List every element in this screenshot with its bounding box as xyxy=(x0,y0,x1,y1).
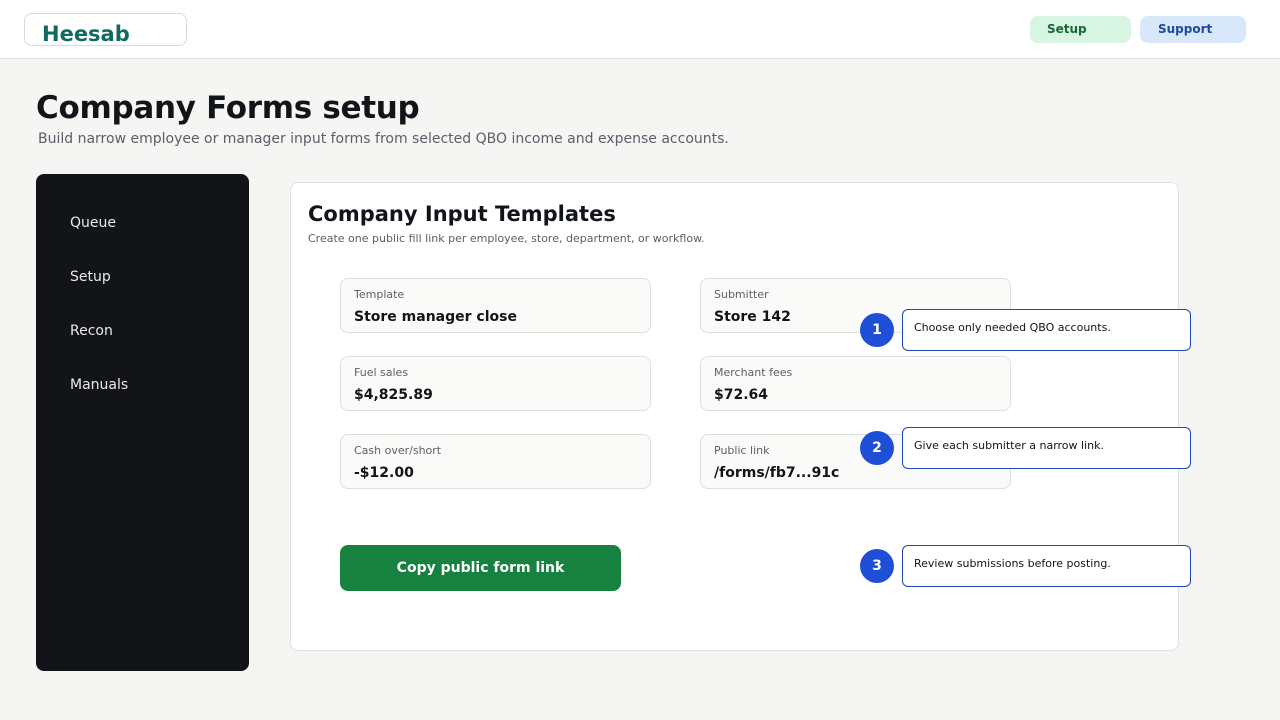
public-link-field-label: Public link xyxy=(714,444,770,457)
fuel-sales-field[interactable]: Fuel sales $4,825.89 xyxy=(340,356,651,411)
cash-over-short-field-value: -$12.00 xyxy=(354,465,414,481)
template-field-label: Template xyxy=(354,288,405,301)
sidebar-item-recon[interactable]: Recon xyxy=(70,323,113,339)
merchant-fees-field[interactable]: Merchant fees $72.64 xyxy=(700,356,1011,411)
step-1-note: Choose only needed QBO accounts. xyxy=(902,309,1191,351)
copy-public-form-link-button[interactable]: Copy public form link xyxy=(340,545,621,591)
sidebar-item-queue[interactable]: Queue xyxy=(70,215,116,231)
merchant-fees-field-value: $72.64 xyxy=(714,387,769,403)
submitter-field-label: Submitter xyxy=(714,288,769,301)
cash-over-short-field[interactable]: Cash over/short -$12.00 xyxy=(340,434,651,489)
page-title: Company Forms setup xyxy=(36,90,420,126)
card-title: Company Input Templates xyxy=(308,202,616,226)
sidebar: Queue Setup Recon Manuals xyxy=(36,174,249,671)
step-2-badge: 2 xyxy=(860,431,894,465)
step-2-note: Give each submitter a narrow link. xyxy=(902,427,1191,469)
step-1-badge: 1 xyxy=(860,313,894,347)
merchant-fees-field-label: Merchant fees xyxy=(714,366,793,379)
page-subtitle: Build narrow employee or manager input f… xyxy=(38,131,729,147)
sidebar-item-manuals[interactable]: Manuals xyxy=(70,377,128,393)
fuel-sales-field-value: $4,825.89 xyxy=(354,387,433,403)
support-nav-pill[interactable]: Support xyxy=(1140,16,1246,43)
sidebar-item-setup[interactable]: Setup xyxy=(70,269,111,285)
step-3-note: Review submissions before posting. xyxy=(902,545,1191,587)
template-field-value: Store manager close xyxy=(354,309,517,325)
brand-logo[interactable]: Heesab xyxy=(24,13,187,46)
submitter-field-value: Store 142 xyxy=(714,309,791,325)
top-bar: Heesab Setup Support xyxy=(0,0,1280,59)
cash-over-short-field-label: Cash over/short xyxy=(354,444,442,457)
setup-nav-pill[interactable]: Setup xyxy=(1030,16,1131,43)
card-subtitle: Create one public fill link per employee… xyxy=(308,232,705,245)
fuel-sales-field-label: Fuel sales xyxy=(354,366,409,379)
step-3-badge: 3 xyxy=(860,549,894,583)
template-field[interactable]: Template Store manager close xyxy=(340,278,651,333)
public-link-field-value: /forms/fb7...91c xyxy=(714,465,840,481)
